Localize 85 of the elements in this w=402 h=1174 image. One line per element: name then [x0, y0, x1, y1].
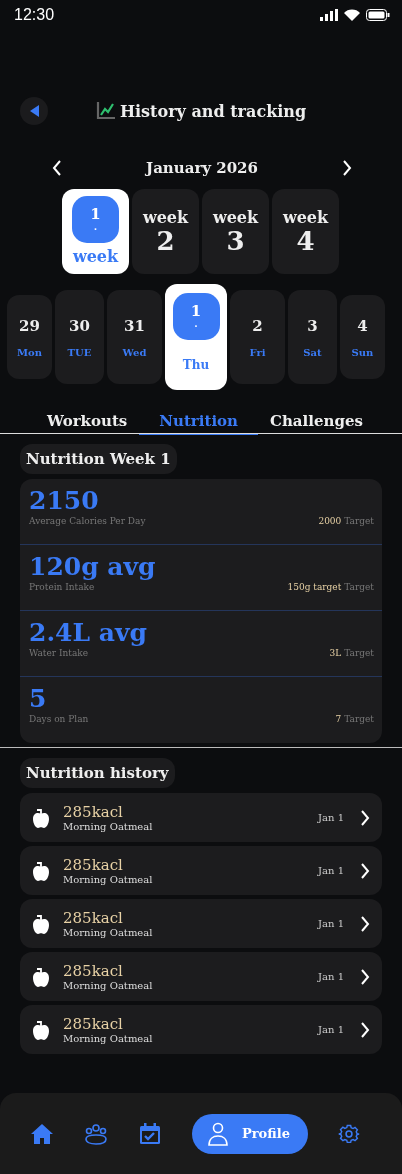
next-button[interactable] [342, 160, 352, 176]
apple-icon [32, 913, 50, 934]
person-icon [208, 1121, 228, 1146]
back-button[interactable] [20, 97, 48, 125]
day-card[interactable]: 4 Sun [340, 295, 385, 379]
group-icon [84, 1122, 108, 1145]
signal-icon [320, 9, 338, 21]
day-card[interactable]: 2 Fri [230, 290, 285, 384]
calendar-nav-button[interactable] [138, 1121, 162, 1146]
meal-name: Morning Oatmeal [63, 927, 154, 938]
apple-icon [32, 807, 50, 828]
apple-icon [32, 860, 50, 881]
stat-value: 2150 [29, 487, 99, 516]
chevron-right-icon [360, 809, 370, 826]
section-title: Nutrition Week 1 [20, 444, 177, 474]
chart-icon [95, 101, 116, 121]
calories-text: 285kacl [63, 803, 124, 821]
day-card[interactable]: 1 . Thu [165, 284, 227, 390]
calories-text: 285kacl [63, 909, 124, 927]
week-card[interactable]: week 4 [272, 189, 339, 274]
stat-value: 5 [29, 685, 47, 714]
chevron-right-icon [360, 1021, 370, 1038]
entry-date: Jan 1 [318, 1024, 344, 1035]
target-value: 3L [329, 647, 342, 658]
battery-icon [366, 9, 390, 21]
calories-text: 285kacl [63, 962, 124, 980]
status-time: 12:30 [14, 6, 55, 24]
tab[interactable]: Challenges [258, 408, 375, 435]
day-card[interactable]: 3 Sat [288, 290, 337, 384]
week-card[interactable]: week 3 [202, 189, 269, 274]
chevron-right-icon [360, 862, 370, 879]
target-value: 150g target [287, 581, 342, 592]
wifi-icon [344, 9, 360, 21]
month-label: January 2026 [146, 159, 258, 177]
day-card[interactable]: 29 Mon [7, 295, 52, 379]
chevron-right-icon [360, 968, 370, 985]
entry-date: Jan 1 [318, 812, 344, 823]
stat-label: Water Intake [29, 647, 89, 658]
stat-value: 2.4L avg [29, 619, 147, 648]
target-label: Target [344, 581, 374, 592]
history-item[interactable]: 285kacl Morning Oatmeal Jan 1 [20, 952, 382, 1001]
day-card[interactable]: 30 TUE [55, 290, 104, 384]
previous-button[interactable] [52, 160, 62, 176]
week-card[interactable]: 1 . week [62, 189, 129, 274]
history-item[interactable]: 285kacl Morning Oatmeal Jan 1 [20, 793, 382, 842]
entry-date: Jan 1 [318, 971, 344, 982]
target-value: 7 [335, 713, 342, 724]
chevron-right-icon [360, 915, 370, 932]
calories-text: 285kacl [63, 856, 124, 874]
meal-name: Morning Oatmeal [63, 980, 154, 991]
history-item[interactable]: 285kacl Morning Oatmeal Jan 1 [20, 1005, 382, 1054]
page-title: History and tracking [119, 101, 307, 121]
history-item[interactable]: 285kacl Morning Oatmeal Jan 1 [20, 899, 382, 948]
home-nav-button[interactable] [30, 1122, 54, 1145]
history-item[interactable]: 285kacl Morning Oatmeal Jan 1 [20, 846, 382, 895]
entry-date: Jan 1 [318, 865, 344, 876]
target-value: 2000 [318, 515, 342, 526]
calories-text: 285kacl [63, 1015, 124, 1033]
apple-icon [32, 1019, 50, 1040]
week-card[interactable]: week 2 [132, 189, 199, 274]
apple-icon [32, 966, 50, 987]
settings-icon [337, 1122, 360, 1145]
settings-nav-button[interactable] [337, 1122, 360, 1145]
entry-date: Jan 1 [318, 918, 344, 929]
home-icon [30, 1122, 54, 1145]
stat-value: 120g avg [29, 553, 156, 582]
meal-name: Morning Oatmeal [63, 1033, 154, 1044]
profile-nav-button[interactable]: Profile [192, 1113, 308, 1154]
back-icon [29, 105, 39, 117]
target-label: Target [344, 713, 374, 724]
tab[interactable]: Nutrition [139, 408, 258, 435]
next-chevron-icon [342, 160, 352, 176]
stat-label: Days on Plan [29, 713, 89, 724]
calendar-check-icon [138, 1121, 162, 1146]
group-nav-button[interactable] [84, 1122, 108, 1145]
target-label: Target [344, 515, 374, 526]
section-title: Nutrition history [20, 758, 175, 788]
previous-chevron-icon [52, 160, 62, 176]
day-card[interactable]: 31 Wed [107, 290, 162, 384]
meal-name: Morning Oatmeal [63, 874, 154, 885]
stat-label: Protein Intake [29, 581, 95, 592]
stat-label: Average Calories Per Day [29, 515, 146, 526]
meal-name: Morning Oatmeal [63, 821, 154, 832]
tab[interactable]: Workouts [35, 408, 140, 435]
target-label: Target [344, 647, 374, 658]
